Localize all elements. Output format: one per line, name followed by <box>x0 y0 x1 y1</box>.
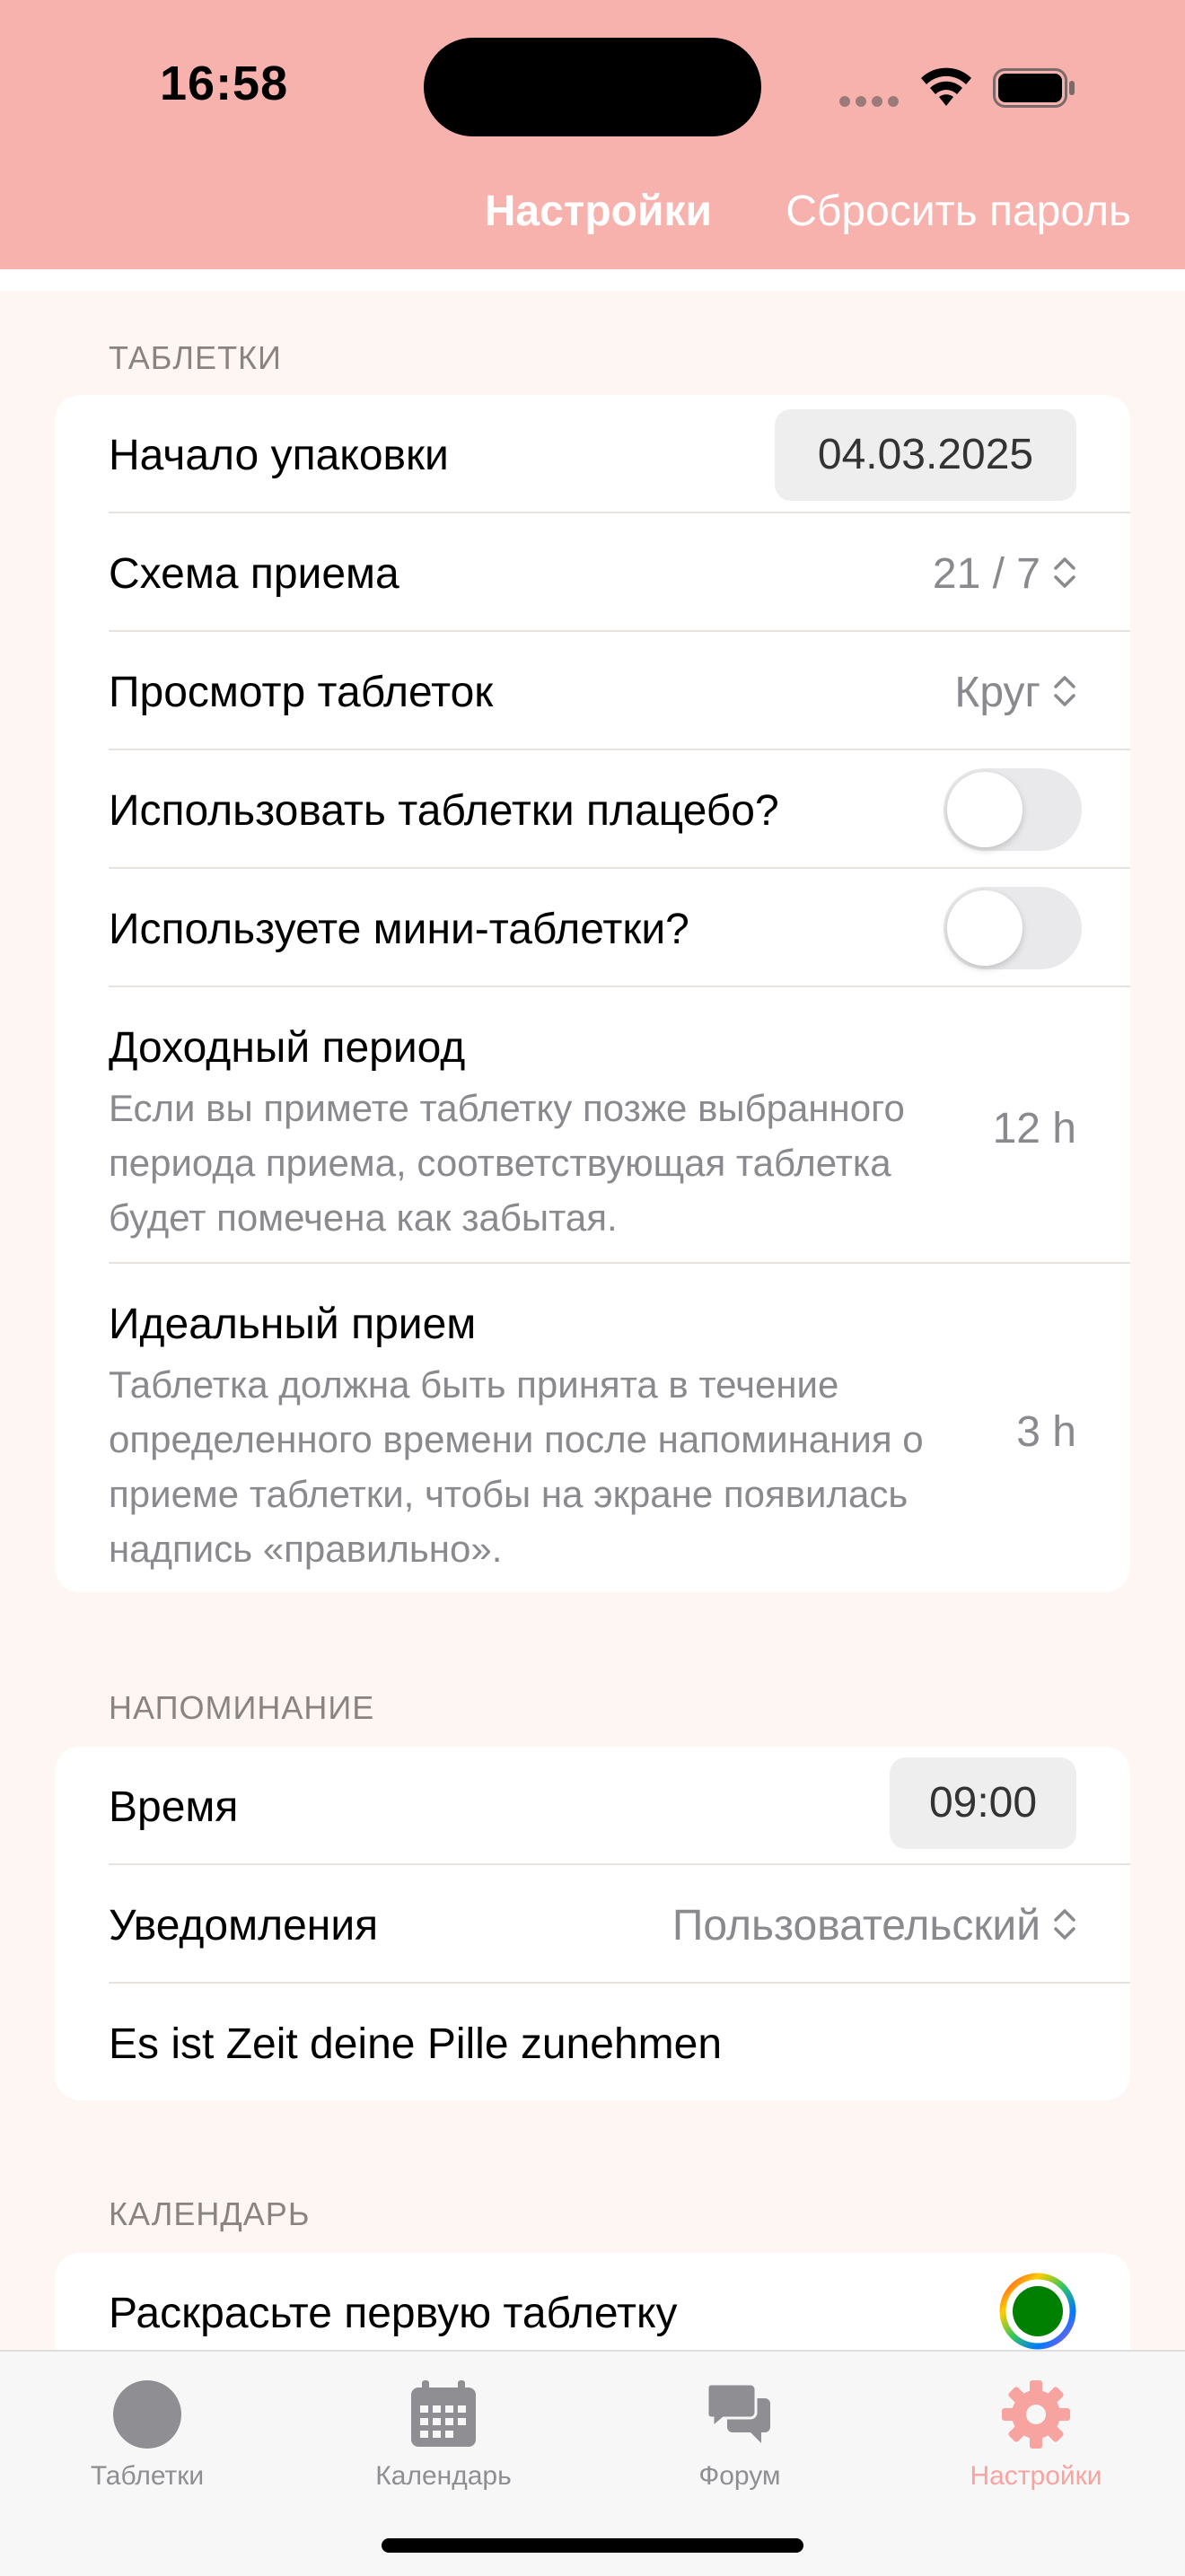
window-label: Доходный период <box>109 1024 466 1072</box>
ideal-intake-description: Таблетка должна быть принята в течение о… <box>109 1363 924 1570</box>
reminder-time-row: Время 09:00 <box>55 1747 1130 1865</box>
pack-start-date-picker[interactable]: 04.03.2025 <box>775 409 1076 501</box>
signal-dots-icon <box>839 95 904 111</box>
window-row[interactable]: Доходный период Если вы примете таблетку… <box>55 987 1130 1264</box>
view-value: Круг <box>954 669 1040 716</box>
home-indicator <box>382 2538 803 2553</box>
chevron-up-down-icon <box>1054 557 1075 589</box>
mini-pill-toggle[interactable] <box>944 887 1082 969</box>
reminder-message-text[interactable]: Es ist Zeit deine Pille zunehmen <box>109 2020 722 2069</box>
reset-password-button[interactable]: Сбросить пароль <box>786 187 1131 236</box>
tab-settings[interactable]: Настройки <box>928 2370 1144 2492</box>
view-row[interactable]: Просмотр таблеток Круг <box>55 632 1130 750</box>
reminder-time-picker[interactable]: 09:00 <box>890 1757 1076 1849</box>
ideal-intake-value: 3 h <box>1016 1408 1076 1456</box>
tab-calendar-label: Календарь <box>375 2461 512 2491</box>
window-value: 12 h <box>992 1105 1076 1152</box>
notifications-picker[interactable]: Пользовательский <box>672 1901 1076 1950</box>
section-header-pills: ТАБЛЕТКИ <box>109 339 282 376</box>
calendar-icon <box>411 2380 476 2447</box>
reminder-message-row[interactable]: Es ist Zeit deine Pille zunehmen <box>55 1984 1130 2100</box>
notifications-label: Уведомления <box>109 1902 379 1950</box>
tab-forum[interactable]: Форум <box>632 2370 847 2492</box>
placebo-label: Использовать таблетки плацебо? <box>109 787 779 835</box>
pills-settings-card: Начало упаковки 04.03.2025 Схема приема … <box>55 395 1130 1592</box>
chevron-up-down-icon <box>1054 1909 1075 1941</box>
gear-icon <box>1002 2380 1070 2449</box>
schedule-value: 21 / 7 <box>932 550 1040 598</box>
pack-start-label: Начало упаковки <box>109 432 449 479</box>
mini-pill-label: Используете мини-таблетки? <box>109 906 689 953</box>
schedule-picker[interactable]: 21 / 7 <box>933 549 1076 599</box>
notifications-row[interactable]: Уведомления Пользовательский <box>55 1865 1130 1984</box>
schedule-row[interactable]: Схема приема 21 / 7 <box>55 513 1130 632</box>
ideal-intake-row[interactable]: Идеальный прием Таблетка должна быть при… <box>55 1264 1130 1592</box>
nav-header: 16:58 Настройки Сбросить пароль <box>0 0 1185 269</box>
tab-pills-label: Таблетки <box>90 2461 205 2491</box>
color-picker-well-icon[interactable] <box>999 2273 1076 2350</box>
placebo-toggle[interactable] <box>944 768 1082 851</box>
view-label: Просмотр таблеток <box>109 669 494 716</box>
wifi-icon <box>921 67 971 106</box>
tab-settings-label: Настройки <box>970 2461 1102 2491</box>
reminder-time-label: Время <box>109 1783 239 1831</box>
battery-icon <box>993 68 1075 108</box>
pack-start-row: Начало упаковки 04.03.2025 <box>55 395 1130 513</box>
page-title: Настройки <box>484 188 712 235</box>
ideal-intake-label: Идеальный прием <box>109 1301 477 1348</box>
tab-pills[interactable]: Таблетки <box>40 2370 255 2492</box>
pill-circle-icon <box>113 2380 181 2449</box>
dynamic-island <box>424 38 761 136</box>
chat-bubbles-icon <box>707 2382 770 2443</box>
notifications-value: Пользовательский <box>672 1902 1040 1950</box>
view-picker[interactable]: Круг <box>954 668 1076 717</box>
tab-calendar[interactable]: Календарь <box>336 2370 551 2492</box>
header-divider <box>0 269 1185 291</box>
first-pill-color-label: Раскрасьте первую таблетку <box>109 2290 678 2337</box>
placebo-row: Использовать таблетки плацебо? <box>55 750 1130 869</box>
mini-pill-row: Используете мини-таблетки? <box>55 869 1130 987</box>
schedule-label: Схема приема <box>109 550 399 598</box>
chevron-up-down-icon <box>1054 676 1075 707</box>
section-header-reminder: НАПОМИНАНИЕ <box>109 1689 375 1726</box>
reminder-settings-card: Время 09:00 Уведомления Пользовательский… <box>55 1747 1130 2100</box>
section-header-calendar: КАЛЕНДАРЬ <box>109 2195 311 2232</box>
status-time: 16:58 <box>160 57 289 110</box>
window-description: Если вы примете таблетку позже выбранног… <box>109 1087 905 1239</box>
tab-forum-label: Форум <box>698 2461 781 2491</box>
